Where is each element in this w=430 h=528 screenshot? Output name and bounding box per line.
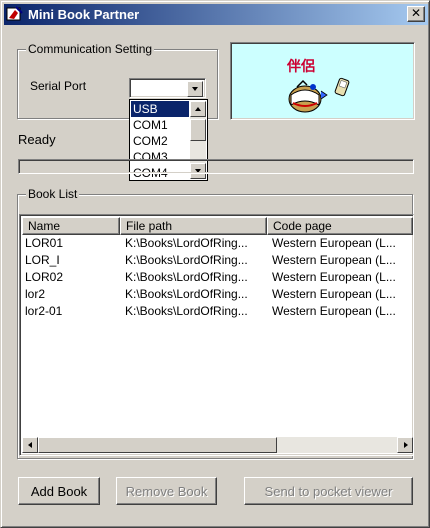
close-icon: ✕ (410, 6, 422, 20)
window-title: Mini Book Partner (28, 7, 140, 22)
remove-book-button[interactable]: Remove Book (116, 477, 217, 505)
cell-name: LOR01 (25, 236, 64, 250)
table-row[interactable]: LOR02 K:\Books\LordOfRing... Western Eur… (22, 269, 413, 286)
cell-name: lor2-01 (25, 304, 63, 318)
progress-bar (18, 159, 414, 174)
scroll-thumb[interactable] (190, 119, 206, 141)
table-row[interactable]: lor2-01 K:\Books\LordOfRing... Western E… (22, 303, 413, 320)
cell-code-page: Western European (L... (272, 304, 396, 318)
cell-file-path: K:\Books\LordOfRing... (125, 236, 248, 250)
send-to-pocket-viewer-button[interactable]: Send to pocket viewer (244, 477, 413, 505)
serial-port-label: Serial Port (30, 79, 87, 93)
option-com2[interactable]: COM2 (131, 133, 189, 149)
logo-panel: 伴侶 (230, 42, 415, 120)
cell-file-path: K:\Books\LordOfRing... (125, 270, 248, 284)
cell-code-page: Western European (L... (272, 287, 396, 301)
scroll-right-button[interactable] (397, 437, 413, 453)
cell-name: LOR_I (25, 253, 60, 267)
column-header-name[interactable]: Name (22, 217, 120, 235)
close-button[interactable]: ✕ (407, 6, 425, 22)
table-row[interactable]: LOR_I K:\Books\LordOfRing... Western Eur… (22, 252, 413, 269)
option-com1[interactable]: COM1 (131, 117, 189, 133)
communication-setting-label: Communication Setting (26, 42, 155, 56)
option-usb[interactable]: USB (131, 101, 189, 117)
table-row[interactable]: LOR01 K:\Books\LordOfRing... Western Eur… (22, 235, 413, 252)
chevron-down-icon (192, 87, 198, 91)
horizontal-scrollbar[interactable] (22, 437, 413, 453)
cell-file-path: K:\Books\LordOfRing... (125, 287, 248, 301)
status-text: Ready (18, 132, 56, 147)
column-header-code-page[interactable]: Code page (267, 217, 413, 235)
serial-port-dropdown-button[interactable] (187, 81, 203, 97)
scroll-left-button[interactable] (22, 437, 38, 453)
serial-port-combo[interactable] (129, 78, 206, 98)
book-list-label: Book List (26, 187, 80, 201)
column-header-file-path[interactable]: File path (120, 217, 267, 235)
arrow-left-icon (28, 442, 32, 448)
main-window: Mini Book Partner ✕ Communication Settin… (0, 0, 430, 528)
scroll-up-button[interactable] (190, 101, 206, 117)
app-icon (6, 6, 23, 21)
cell-code-page: Western European (L... (272, 253, 396, 267)
cell-code-page: Western European (L... (272, 236, 396, 250)
cell-name: LOR02 (25, 270, 64, 284)
arrow-right-icon (404, 442, 408, 448)
title-bar[interactable]: Mini Book Partner ✕ (4, 4, 428, 25)
book-list-table[interactable]: Name File path Code page LOR01 K:\Books\… (19, 214, 414, 456)
table-row[interactable]: lor2 K:\Books\LordOfRing... Western Euro… (22, 286, 413, 303)
cell-file-path: K:\Books\LordOfRing... (125, 253, 248, 267)
book-and-device-logo-icon (288, 77, 350, 113)
add-book-button[interactable]: Add Book (18, 477, 100, 505)
horizontal-scroll-thumb[interactable] (38, 437, 277, 453)
cell-name: lor2 (25, 287, 46, 301)
cell-code-page: Western European (L... (272, 270, 396, 284)
arrow-up-icon (195, 107, 201, 111)
cell-file-path: K:\Books\LordOfRing... (125, 304, 248, 318)
table-header: Name File path Code page (22, 217, 413, 235)
